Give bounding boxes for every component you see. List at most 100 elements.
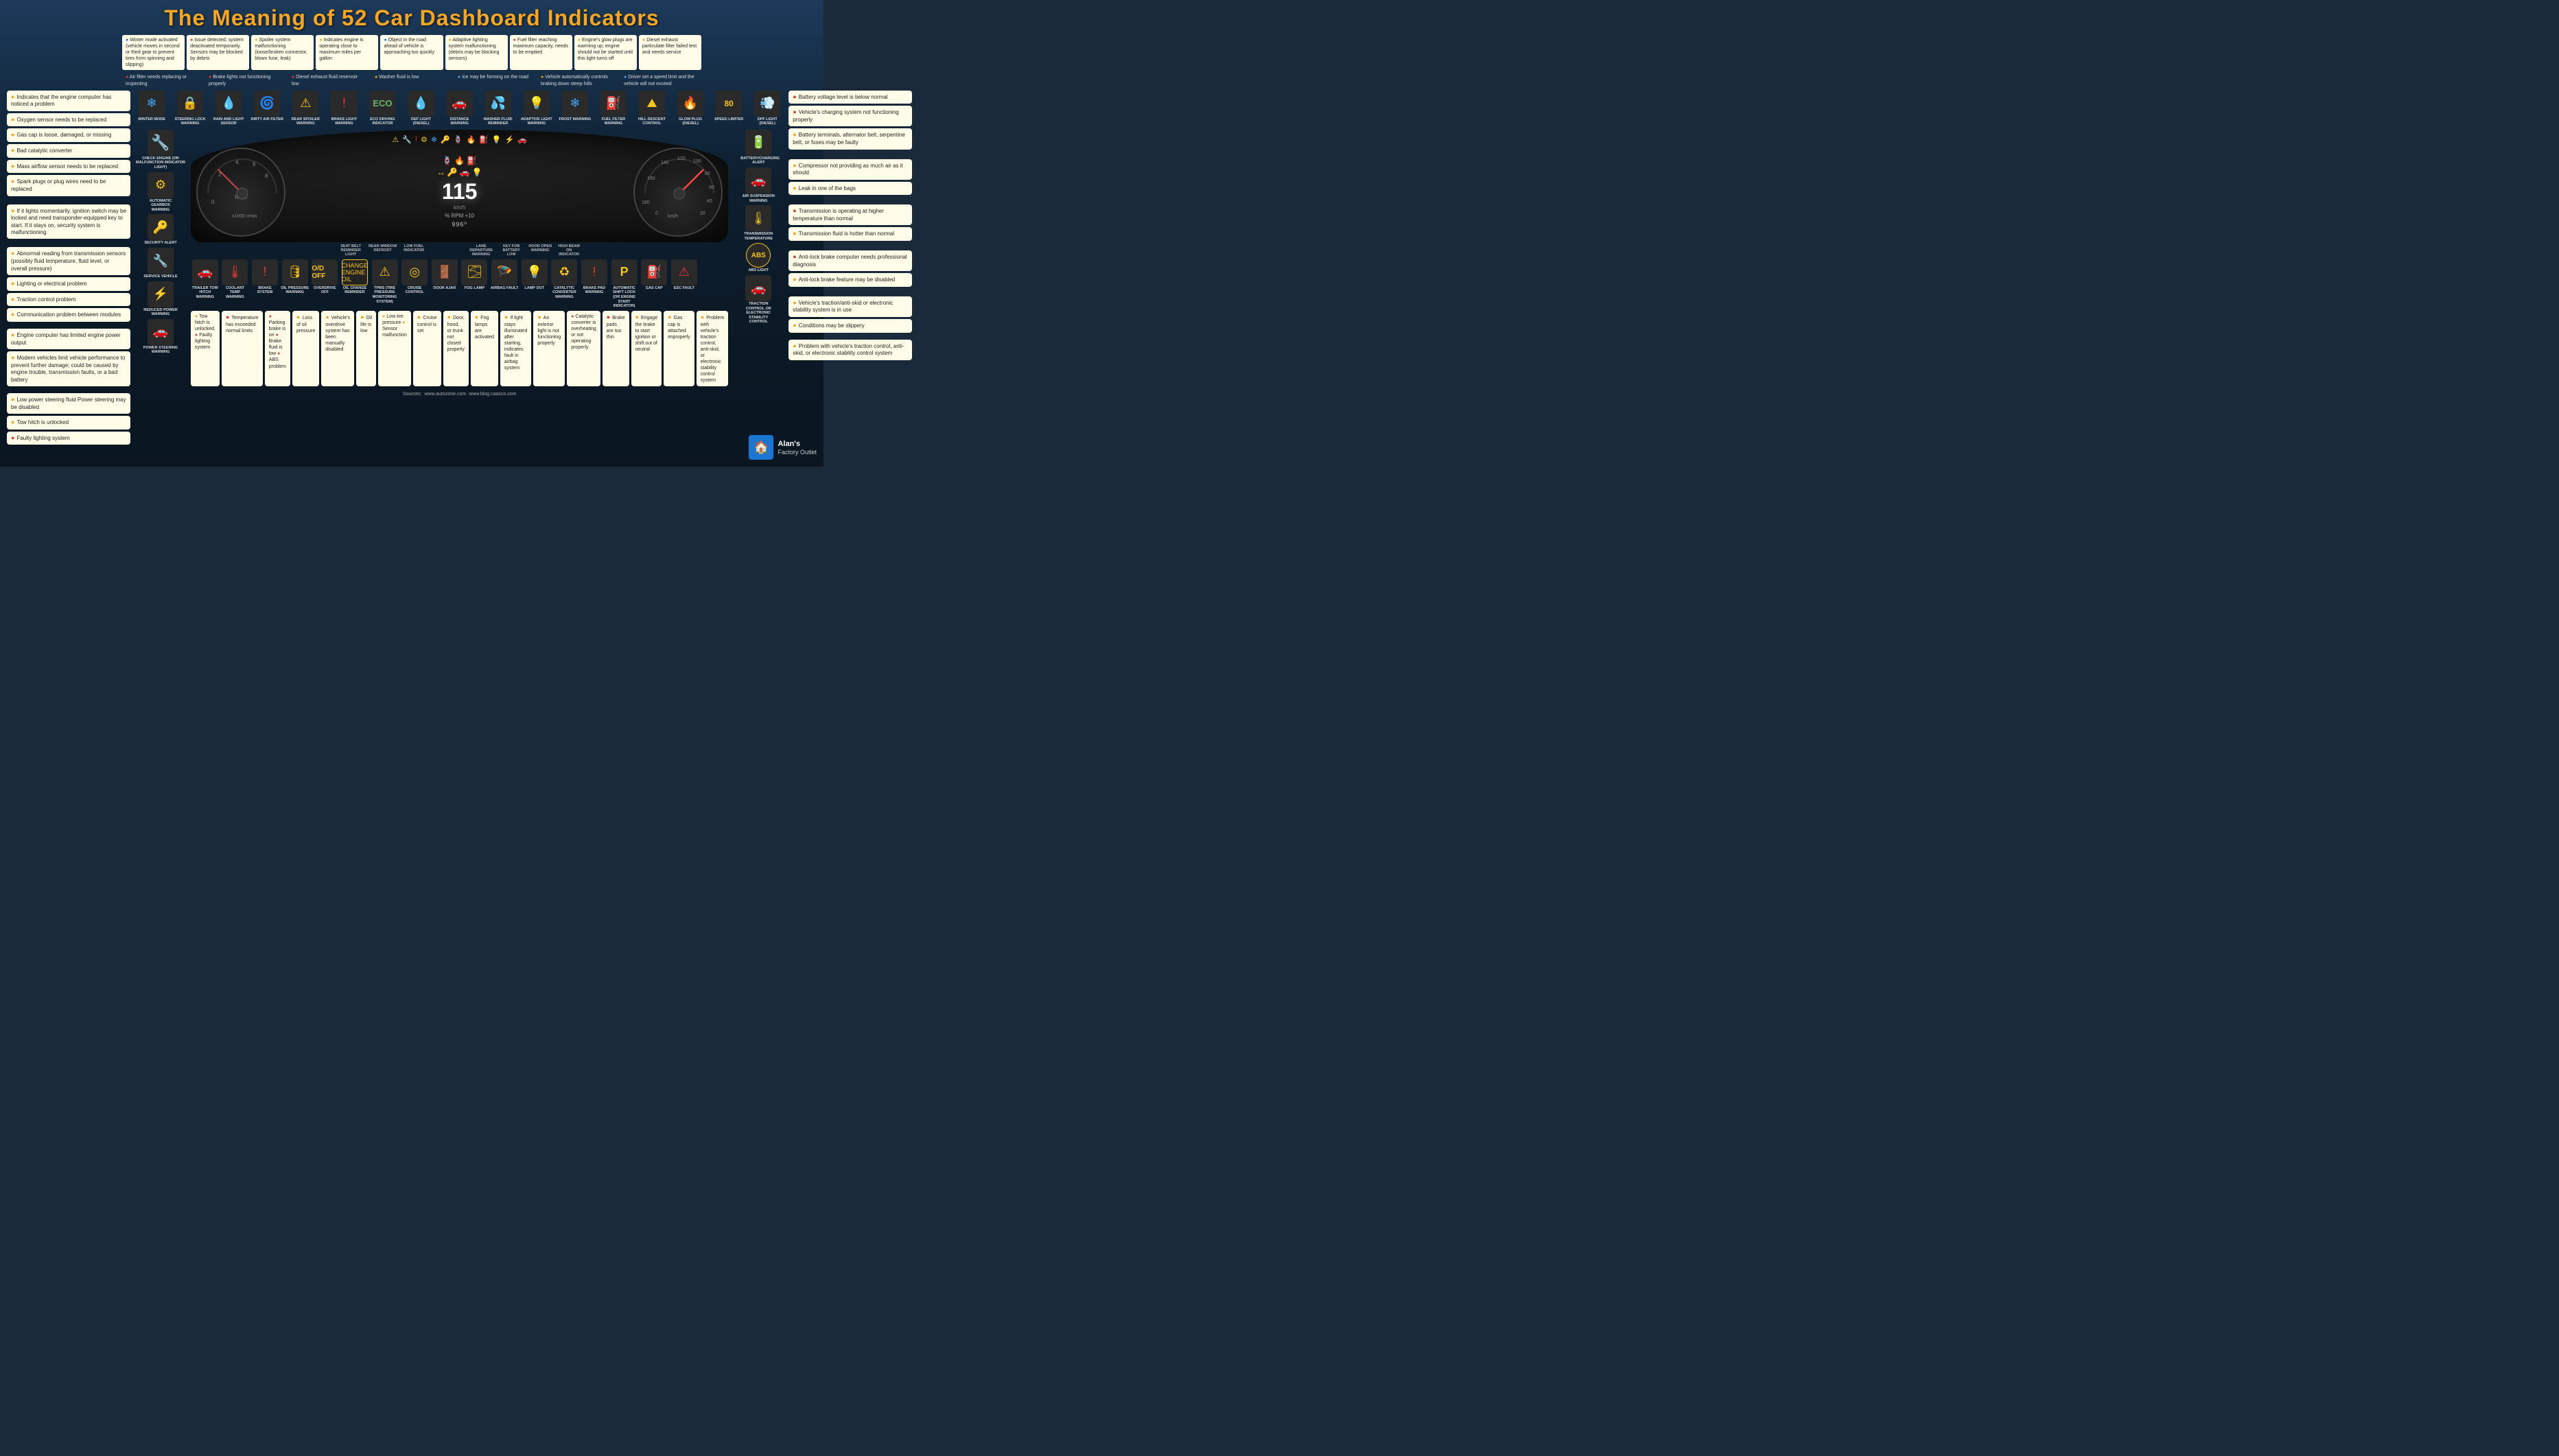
bn-cat: ● Catalytic converter is overheating or … <box>567 311 600 387</box>
ind-gearbox: ⚙ AUTOMATIC GEARBOX WARNING <box>133 172 188 213</box>
ind-steering-lock: 🔒 STEERING LOCK WARNING <box>172 91 209 126</box>
ind-eco: ECO ECO DRIVING INDICATOR <box>364 91 401 126</box>
bn-esc: Problem with vehicle's traction control,… <box>697 311 729 387</box>
left-note-3: Bad catalytic converter <box>7 144 130 158</box>
right-note-2: Battery terminals, alternator belt, serp… <box>788 128 912 149</box>
svg-text:120: 120 <box>677 156 686 161</box>
ind-tpms: ⚠ TPMS (Tire pressure monitoring system) <box>371 259 399 309</box>
left-note-6: If it lights momentarily, ignition switc… <box>7 204 130 239</box>
left-note-4: Mass airflow sensor needs to be replaced <box>7 160 130 174</box>
top-note-spoiler: Spoiler system malfunctioning (loose/bro… <box>251 35 314 70</box>
right-note-5: Transmission is operating at higher temp… <box>788 204 912 225</box>
left-note-15: Faulty lighting system <box>7 432 130 445</box>
bn-door: Door, hood, or trunk not closed properly <box>443 311 469 387</box>
label-low-fuel: LOW FUEL INDICATOR <box>401 244 427 257</box>
main-container: The Meaning of 52 Car Dashboard Indicato… <box>0 0 823 467</box>
ind-trailer-tow: 🚗 TRAILER TOW HITCH WARNING <box>191 259 220 309</box>
dash-warn-5: ❄ <box>431 135 437 144</box>
right-notes-col: Battery voltage level is below normal Ve… <box>788 91 912 445</box>
dashboard-area: ⚠ 🔧 ! ⚙ ❄ 🔑 🪢 🔥 ⛽ 💡 ⚡ 🚗 <box>191 130 728 397</box>
top-callouts-row: Winter mode activated (vehicle moves in … <box>7 35 817 70</box>
top-note-fuel-filter: Fuel filter reaching maximum capacity, n… <box>510 35 572 70</box>
label-lane: LANE DEPARTURE WARNING <box>467 244 495 257</box>
sources-area: Sources: www.autozone.com www.blog.caasc… <box>403 389 517 397</box>
svg-text:8: 8 <box>265 173 268 179</box>
bn-shift: Engage the brake to start ignition or sh… <box>631 311 662 387</box>
logo-name: Alan's <box>778 439 817 449</box>
svg-text:6: 6 <box>253 161 256 167</box>
bn-gas-cap: Gas cap is attached improperly <box>664 311 694 387</box>
top-note-distance: Object in the road ahead of vehicle is a… <box>380 35 443 70</box>
center-warnings-mid: ↔ 🔑 🚗 💡 <box>437 167 482 177</box>
ind-change-oil: CHANGE ENGINE OIL OIL CHANGE REMINDER <box>340 259 369 309</box>
ind-trans-temp: 🌡 TRANSMISSION TEMPERATURE <box>731 205 786 241</box>
svg-text:100: 100 <box>693 159 701 164</box>
left-note-9: Traction control problem <box>7 293 130 307</box>
ind-brake-pad: ! BRAKE PAD WARNING <box>580 259 609 309</box>
ind-service: 🔧 SERVICE VEHICLE <box>133 248 188 279</box>
dash-warn-3: ! <box>415 135 417 144</box>
note-air-filter: ● Air filter needs replacing or inspecti… <box>122 72 203 89</box>
speed-number: 115 <box>442 179 478 204</box>
dashboard-visual: ⚠ 🔧 ! ⚙ ❄ 🔑 🪢 🔥 ⛽ 💡 ⚡ 🚗 <box>191 130 728 242</box>
svg-text:60: 60 <box>709 185 714 190</box>
logo-area: 🏠 Alan's Factory Outlet <box>749 435 817 460</box>
left-note-7: Abnormal reading from transmission senso… <box>7 247 130 274</box>
bn-oil-life: Oil life is low <box>356 311 376 387</box>
hood-icon: 🚗 <box>460 167 470 177</box>
defrost-icon: 🔥 <box>454 156 465 165</box>
left-note-14: Tow hitch is unlocked <box>7 416 130 430</box>
ind-speed-lim: 80 SPEED LIMITER <box>710 91 747 126</box>
left-note-8: Lighting or electrical problem <box>7 277 130 291</box>
ind-def: 💧 DEF LIGHT (Diesel) <box>403 91 440 126</box>
right-note-7: Anti-lock brake computer needs professio… <box>788 250 912 271</box>
ind-esc-fault: ⚠ ESC FAULT <box>670 259 699 309</box>
left-note-12: Modern vehicles limit vehicle performanc… <box>7 351 130 386</box>
label-keyfob: KEY FOB BATTERY LOW <box>498 244 524 257</box>
bn-oil: Loss of oil pressure <box>292 311 319 387</box>
ind-winter-mode: ❄ WINTER MODE <box>133 91 170 126</box>
logo-icon: 🏠 <box>749 435 773 460</box>
mid-row: 🔧 CHECK ENGINE (or Malfunction Indicator… <box>133 130 786 397</box>
svg-text:140: 140 <box>661 161 669 165</box>
mid-left-indicators: 🔧 CHECK ENGINE (or Malfunction Indicator… <box>133 130 188 355</box>
ind-fog: 🌫 FOG LAMP <box>460 259 489 309</box>
right-note-0: Battery voltage level is below normal <box>788 91 912 104</box>
ind-lamp-out: 💡 LAMP OUT <box>520 259 549 309</box>
right-note-10: Conditions may be slippery <box>788 319 912 333</box>
lane-dep-icon: ↔ <box>437 167 445 177</box>
svg-text:0: 0 <box>211 199 215 205</box>
svg-text:4: 4 <box>235 159 239 165</box>
trip-display: 996⁰ <box>452 221 467 228</box>
svg-text:180: 180 <box>642 200 650 205</box>
left-note-2: Gas cap is loose, damaged, or missing <box>7 128 130 142</box>
speed-display: 115 km/h <box>442 179 478 211</box>
ind-frost: ❄ FROST WARNING <box>557 91 594 126</box>
left-note-5: Spark plugs or plug wires need to be rep… <box>7 175 130 196</box>
bn-overdrive: Vehicle's overdrive system has been manu… <box>321 311 354 387</box>
ind-overdrive: O/D OFF OVERDRIVE OFF <box>311 259 340 309</box>
right-note-6: Transmission fluid is hotter than normal <box>788 227 912 241</box>
gauges-row: 0 2 4 6 8 x1000 r/min <box>196 148 723 237</box>
ind-air-filter: 🌀 DIRTY AIR FILTER <box>248 91 285 126</box>
rpm-gauge: 0 2 4 6 8 x1000 r/min <box>196 148 285 237</box>
svg-text:160: 160 <box>647 176 655 181</box>
left-note-1: Oxygen sensor needs to be replaced <box>7 113 130 127</box>
top-note-adaptive: Adaptive lighting system malfunctioning … <box>445 35 508 70</box>
bn-tow: ● Tow hitch is unlocked. ● Faulty lighti… <box>191 311 220 387</box>
top-note-glow: Engine's glow plugs are warming up; engi… <box>574 35 637 70</box>
ind-brake-light: ! BRAKE LIGHT WARNING <box>325 91 362 126</box>
top-indicator-row: ❄ WINTER MODE 🔒 STEERING LOCK WARNING 💧 … <box>133 91 786 126</box>
right-note-4: Leak in one of the bags <box>788 182 912 196</box>
ind-hill: ⛰ HILL DESCENT CONTROL <box>633 91 670 126</box>
top-note-winter: Winter mode activated (vehicle moves in … <box>122 35 185 70</box>
note-brake-lights: ● Brake lights not functioning properly <box>205 72 286 89</box>
dash-warn-4: ⚙ <box>421 135 428 144</box>
main-layout: Indicates that the engine computer has n… <box>7 91 817 445</box>
dash-warn-8: 🔥 <box>466 135 476 144</box>
left-note-13: Low power steering fluid Power steering … <box>7 393 130 414</box>
right-note-3: Compressor not providing as much air as … <box>788 159 912 180</box>
note-speed-lim: ● Driver set a speed limit and the vehic… <box>620 72 701 89</box>
dash-label-row: SEAT BELT REMINDER LIGHT REAR WINDOW DEF… <box>337 244 582 257</box>
label-hood: HOOD OPEN WARNING <box>527 244 553 257</box>
